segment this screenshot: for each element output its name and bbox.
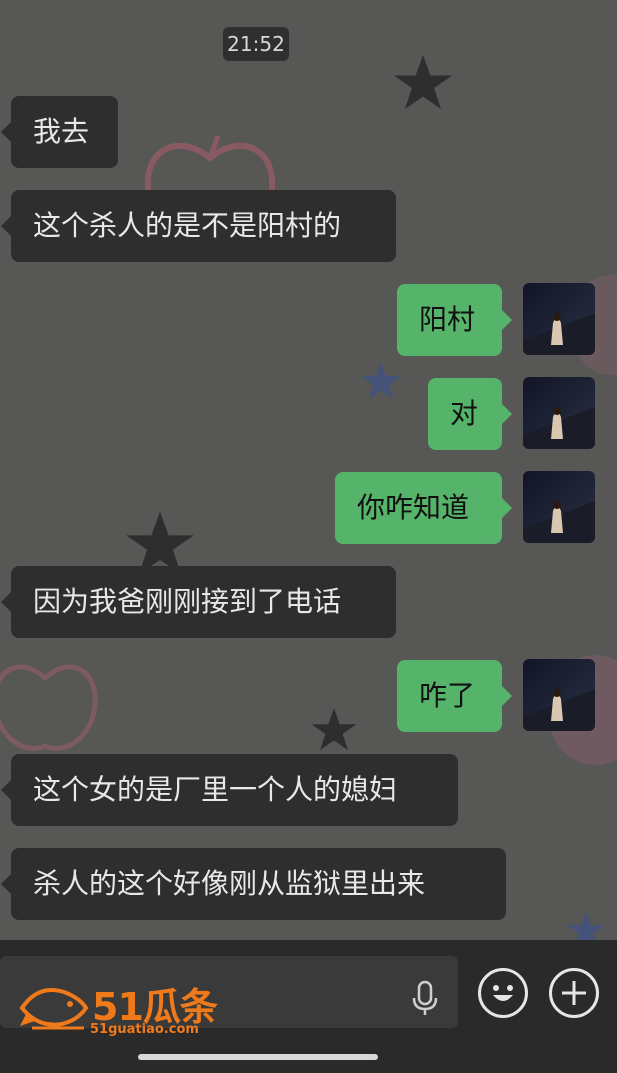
outgoing-message-bubble[interactable]: 你咋知道 (335, 472, 502, 544)
bubble-tail (1, 592, 11, 612)
message-row: 因为我爸刚刚接到了电话 (1, 566, 396, 638)
watermark-url: 51guatiao.com (90, 1022, 199, 1037)
voice-icon[interactable] (405, 978, 445, 1018)
star-decoration-icon (393, 55, 453, 110)
message-text: 阳村 (419, 303, 476, 336)
incoming-message-bubble[interactable]: 杀人的这个好像刚从监狱里出来 (11, 848, 506, 920)
message-row: 对 (428, 378, 512, 450)
message-timestamp: 21:52 (223, 27, 289, 61)
user-avatar[interactable] (523, 659, 595, 731)
message-row: 这个杀人的是不是阳村的 (1, 190, 396, 262)
star-decoration-icon (311, 708, 357, 751)
message-text: 我去 (33, 115, 90, 148)
message-text: 咋了 (419, 679, 476, 712)
message-text: 对 (450, 397, 479, 430)
message-text: 这个女的是厂里一个人的媳妇 (33, 773, 398, 806)
emoji-icon[interactable] (478, 968, 528, 1018)
bubble-tail (1, 216, 11, 236)
home-indicator[interactable] (138, 1054, 378, 1060)
watermark-logo: 51瓜条 51guatiao.com (18, 976, 218, 1038)
message-row: 你咋知道 (335, 472, 512, 544)
avatar-image-icon (523, 689, 595, 731)
avatar-image-icon (523, 407, 595, 449)
bubble-tail (502, 310, 512, 330)
message-row: 这个女的是厂里一个人的媳妇 (1, 754, 458, 826)
incoming-message-bubble[interactable]: 因为我爸刚刚接到了电话 (11, 566, 396, 638)
message-row: 咋了 (397, 660, 512, 732)
fish-logo-icon (19, 988, 89, 1030)
smiley-face-icon (493, 985, 513, 1001)
bubble-tail (1, 874, 11, 894)
outgoing-message-bubble[interactable]: 对 (428, 378, 502, 450)
message-row: 阳村 (397, 284, 512, 356)
message-text: 这个杀人的是不是阳村的 (33, 209, 342, 242)
user-avatar[interactable] (523, 377, 595, 449)
message-text: 因为我爸刚刚接到了电话 (33, 585, 342, 618)
bubble-tail (502, 404, 512, 424)
incoming-message-bubble[interactable]: 这个女的是厂里一个人的媳妇 (11, 754, 458, 826)
avatar-image-icon (523, 313, 595, 355)
outgoing-message-bubble[interactable]: 阳村 (397, 284, 502, 356)
user-avatar[interactable] (523, 283, 595, 355)
plus-icon[interactable] (549, 968, 599, 1018)
message-row: 我去 (1, 96, 118, 168)
bubble-tail (502, 498, 512, 518)
outgoing-message-bubble[interactable]: 咋了 (397, 660, 502, 732)
incoming-message-bubble[interactable]: 我去 (11, 96, 118, 168)
bubble-tail (502, 686, 512, 706)
apple-decoration-icon (0, 664, 98, 751)
bubble-tail (1, 780, 11, 800)
add-icon (562, 981, 586, 1005)
message-text: 杀人的这个好像刚从监狱里出来 (33, 867, 426, 900)
message-row: 杀人的这个好像刚从监狱里出来 (1, 848, 506, 920)
star-decoration-icon (361, 362, 401, 399)
user-avatar[interactable] (523, 471, 595, 543)
star-decoration-icon (567, 912, 605, 940)
bubble-tail (1, 122, 11, 142)
incoming-message-bubble[interactable]: 这个杀人的是不是阳村的 (11, 190, 396, 262)
avatar-image-icon (523, 501, 595, 543)
message-text: 你咋知道 (357, 491, 470, 524)
